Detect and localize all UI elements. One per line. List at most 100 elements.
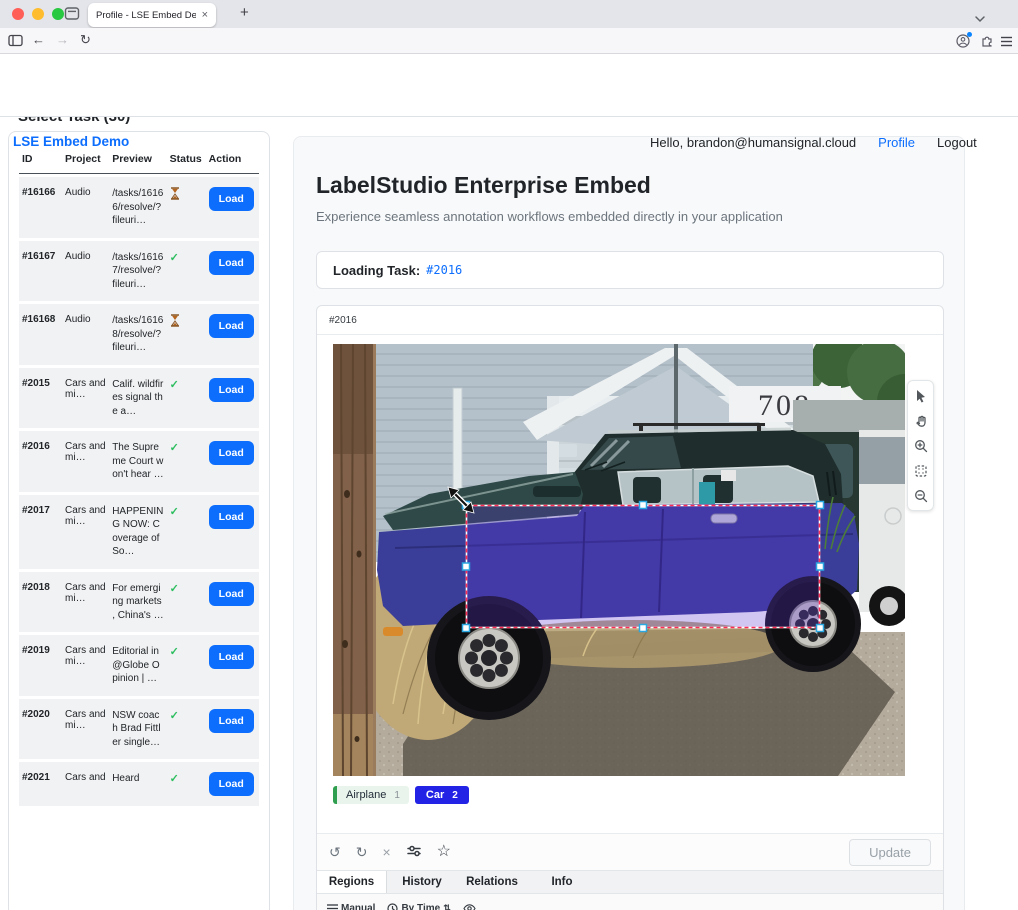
task-status: ✓ [167,495,206,569]
minimize-window-button[interactable] [32,8,44,20]
load-button[interactable]: Load [209,505,254,529]
task-id: #2018 [19,572,62,633]
col-status: Status [167,145,206,174]
task-preview: For emerging markets , China's … [109,572,166,633]
sidebar-toggle-icon[interactable] [8,34,23,50]
site-header: LSE Embed Demo Hello, brandon@humansigna… [0,54,1018,117]
profile-link[interactable]: Profile [878,135,915,150]
widget-task-id: #2016 [329,315,357,326]
tab-relations[interactable]: Relations [457,871,527,893]
select-tool-button[interactable] [909,384,932,407]
update-button[interactable]: Update [849,839,931,866]
ground-truth-star-icon[interactable]: ☆ [437,844,451,860]
widget-header: #2016 [317,306,943,335]
label-airplane[interactable]: Airplane 1 [333,786,409,804]
task-row: #2015Cars and mi…Calif. wildfires signal… [19,368,259,429]
task-row: #2016Cars and mi…The Supreme Court won't… [19,431,259,492]
annotation-image[interactable]: 708 [333,344,905,776]
col-project: Project [62,145,109,174]
forward-icon[interactable]: → [56,32,69,47]
brand-logo[interactable]: LSE Embed Demo [13,134,129,149]
task-project: Cars and mi… [62,368,109,429]
account-icon[interactable] [956,34,970,51]
undo-icon[interactable]: ↺ [329,845,341,859]
load-button[interactable]: Load [209,772,254,796]
zoom-in-button[interactable] [909,434,932,457]
task-row: #16167Audio/tasks/16167/resolve/?fileuri… [19,241,259,302]
car-region-fill[interactable] [466,505,820,628]
task-row: #16166Audio/tasks/16166/resolve/?fileuri… [19,177,259,238]
tab-info[interactable]: Info [527,871,597,893]
user-greeting: Hello, brandon@humansignal.cloud [650,135,856,150]
task-row: #2020Cars and mi…NSW coach Brad Fittler … [19,699,259,760]
task-id: #2017 [19,495,62,569]
load-button[interactable]: Load [209,709,254,733]
load-button[interactable]: Load [209,645,254,669]
task-id: #16167 [19,241,62,302]
settings-sliders-icon[interactable] [406,844,422,860]
annotation-widget: #2016 [316,305,944,910]
task-preview: /tasks/16167/resolve/?fileuri… [109,241,166,302]
label-airplane-name: Airplane [346,789,386,801]
check-icon: ✓ [170,379,179,391]
annotation-controls: ↺ ↻ × ☆ Update [317,833,943,870]
task-project: Cars and mi… [62,495,109,569]
load-button[interactable]: Load [209,251,254,275]
new-tab-button[interactable]: + [240,4,249,21]
label-car-hotkey: 2 [452,790,458,801]
annotation-canvas[interactable]: 708 [333,344,905,776]
col-preview: Preview [109,145,166,174]
tab-overview-icon[interactable] [64,6,80,26]
task-table-header: ID Project Preview Status Action [19,145,259,174]
check-icon: ✓ [170,710,179,722]
task-id: #2015 [19,368,62,429]
load-button[interactable]: Load [209,441,254,465]
tab-regions[interactable]: Regions [317,871,387,893]
task-project: Audio [62,241,109,302]
group-manual-label: Manual [341,903,375,910]
redo-icon[interactable]: ↻ [356,845,368,859]
hourglass-icon [170,314,180,327]
load-button[interactable]: Load [209,187,254,211]
load-button[interactable]: Load [209,378,254,402]
toggle-visibility-eye-icon[interactable] [463,904,476,910]
tab-history[interactable]: History [387,871,457,893]
extensions-icon[interactable] [980,34,994,51]
task-status: ✓ [167,431,206,492]
back-icon[interactable]: ← [32,32,45,47]
close-window-button[interactable] [12,8,24,20]
order-by-time-button[interactable]: By Time ⇅ [387,903,450,910]
label-chips: Airplane 1 Car 2 [333,786,469,804]
task-project: Audio [62,177,109,238]
tab-close-icon[interactable]: × [202,9,208,21]
task-id: #16168 [19,304,62,365]
task-row: #2021Cars andHeard✓Load [19,762,259,806]
label-car[interactable]: Car 2 [415,786,469,804]
browser-tab[interactable]: Profile - LSE Embed Demo × [88,3,216,27]
group-manual-button[interactable]: Manual [327,903,375,910]
load-button[interactable]: Load [209,314,254,338]
fit-to-screen-button[interactable] [909,459,932,482]
window-controls [12,8,64,20]
page-title: LabelStudio Enterprise Embed [316,172,651,199]
task-preview: HAPPENING NOW: Coverage of So… [109,495,166,569]
zoom-window-button[interactable] [52,8,64,20]
task-table-body: #16166Audio/tasks/16166/resolve/?fileuri… [19,177,259,806]
check-icon: ✓ [170,252,179,264]
load-button[interactable]: Load [209,582,254,606]
pan-tool-button[interactable] [909,409,932,432]
task-status: ✓ [167,241,206,302]
task-preview: The Supreme Court won't hear … [109,431,166,492]
col-action: Action [206,145,259,174]
list-tabs-chevron-icon[interactable] [974,10,986,28]
reload-icon[interactable]: ↻ [80,32,91,48]
menu-icon[interactable] [1000,35,1013,50]
task-preview: Heard [109,762,166,806]
zoom-out-button[interactable] [909,484,932,507]
logout-link[interactable]: Logout [937,135,977,150]
car-region[interactable] [463,502,824,632]
task-project: Audio [62,304,109,365]
reset-icon[interactable]: × [382,845,390,859]
task-project: Cars and mi… [62,572,109,633]
check-icon: ✓ [170,583,179,595]
